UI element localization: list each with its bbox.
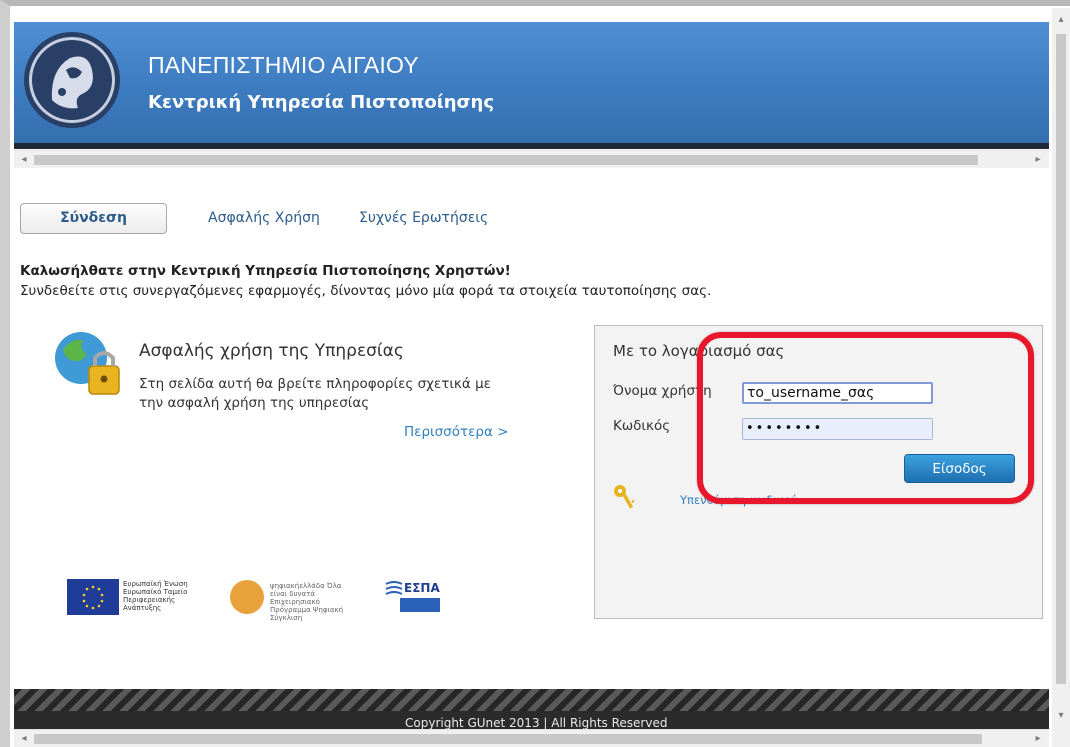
scrollbar-thumb[interactable]: [34, 734, 982, 744]
scrollbar-thumb[interactable]: [34, 155, 978, 165]
tab-safe-use[interactable]: Ασφαλής Χρήση: [208, 210, 320, 226]
copyright-text: Copyright GUnet 2013 | All Rights Reserv…: [405, 716, 668, 730]
scroll-right-icon[interactable]: ▸: [1030, 731, 1046, 747]
key-icon: [614, 485, 634, 509]
vertical-scrollbar[interactable]: ▴ ▾: [1052, 8, 1070, 747]
header-border: [14, 143, 1049, 149]
footer-stripe: [14, 689, 1049, 711]
red-highlight-annotation: [697, 332, 1034, 504]
scroll-left-icon[interactable]: ◂: [16, 731, 32, 747]
university-logo: [24, 32, 120, 128]
password-label: Κωδικός: [613, 418, 671, 434]
safe-use-description: Στη σελίδα αυτή θα βρείτε πληροφορίες σχ…: [139, 376, 491, 411]
scroll-down-icon[interactable]: ▾: [1053, 708, 1069, 724]
service-subtitle: Κεντρική Υπηρεσία Πιστοποίησης: [148, 92, 495, 113]
page-horizontal-scrollbar[interactable]: ◂ ▸: [14, 729, 1049, 747]
site-header: [14, 22, 1049, 146]
scroll-left-icon[interactable]: ◂: [16, 152, 32, 168]
scroll-up-icon[interactable]: ▴: [1053, 12, 1069, 28]
scroll-right-icon[interactable]: ▸: [1030, 152, 1046, 168]
welcome-text: Συνδεθείτε στις συνεργαζόμενες εφαρμογές…: [20, 283, 712, 299]
digital-greece-logo: [230, 580, 264, 614]
tab-login[interactable]: Σύνδεση: [20, 203, 167, 234]
globe-lock-icon: [55, 332, 120, 395]
espa-logo: ΕΣΠΑ 2007-2013: [385, 581, 442, 612]
eu-flag-logo: [67, 579, 119, 615]
safe-use-title: Ασφαλής χρήση της Υπηρεσίας: [139, 341, 404, 361]
tab-faq[interactable]: Συχνές Ερωτήσεις: [359, 210, 488, 226]
header-horizontal-scrollbar[interactable]: ◂ ▸: [14, 150, 1049, 168]
svg-text:ΕΣΠΑ 2007-2013: ΕΣΠΑ 2007-2013: [404, 581, 442, 595]
scrollbar-thumb[interactable]: [1056, 34, 1066, 684]
digital-greece-text: ψηφιακήελλάδα Όλα είναι δυνατά Επιχειρησ…: [270, 582, 344, 622]
more-link[interactable]: Περισσότερα >: [404, 424, 508, 440]
university-title: ΠΑΝΕΠΙΣΤΗΜΙΟ ΑΙΓΑΙΟΥ: [148, 52, 419, 78]
welcome-heading: Καλωσήλθατε στην Κεντρική Υπηρεσία Πιστο…: [20, 263, 511, 279]
eu-logo-text: Ευρωπαϊκή Ένωση Ευρωπαϊκό Ταμείο Περιφερ…: [123, 580, 188, 612]
